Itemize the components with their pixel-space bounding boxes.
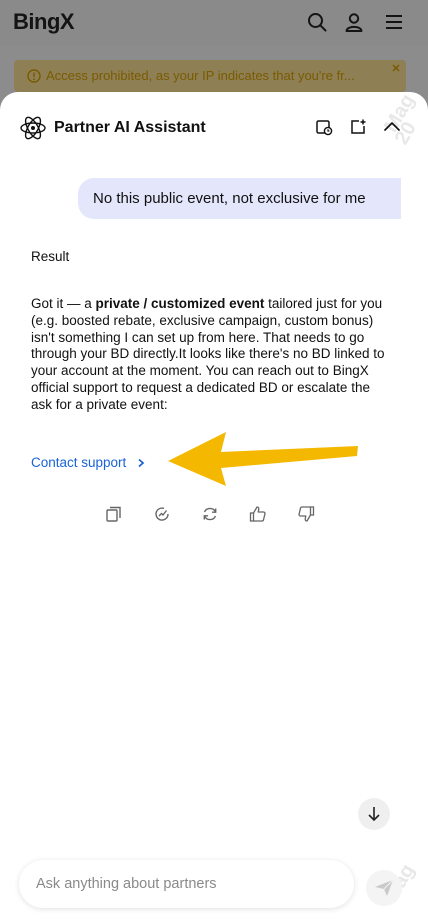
send-icon	[375, 879, 394, 896]
contact-support-link[interactable]: Contact support	[31, 455, 146, 470]
close-icon[interactable]	[390, 62, 402, 74]
copy-icon[interactable]	[105, 505, 123, 523]
chat-input[interactable]	[36, 874, 336, 894]
history-icon[interactable]	[315, 118, 333, 136]
menu-icon[interactable]	[383, 11, 405, 33]
scroll-down-button[interactable]	[358, 798, 390, 830]
top-bar: BingX	[0, 0, 428, 46]
panel-title: Partner AI Assistant	[54, 119, 206, 136]
assistant-panel: Mag 20 Mag Partner AI Assistant No this …	[0, 92, 428, 924]
reply-intro: Got it — a	[31, 296, 96, 311]
bingx-logo[interactable]: BingX	[13, 9, 75, 35]
arrow-down-icon	[368, 807, 380, 822]
contact-support-label: Contact support	[31, 455, 127, 470]
search-icon[interactable]	[306, 11, 328, 33]
result-label: Result	[31, 249, 70, 264]
atom-icon	[20, 116, 46, 140]
alert-text: Access prohibited, as your IP indicates …	[46, 68, 355, 83]
user-icon[interactable]	[343, 11, 365, 33]
thumbs-up-icon[interactable]	[249, 505, 267, 523]
reply-body: tailored just for you (e.g. boosted reba…	[31, 296, 385, 412]
user-message-bubble: No this public event, not exclusive for …	[78, 178, 401, 219]
chevron-right-icon	[138, 459, 145, 468]
warning-icon	[27, 69, 41, 83]
thumbs-down-icon[interactable]	[297, 505, 315, 523]
user-message-text: No this public event, not exclusive for …	[93, 190, 366, 207]
regenerate-icon[interactable]	[153, 505, 171, 523]
send-button[interactable]	[366, 870, 402, 906]
annotation-arrow	[168, 432, 358, 486]
panel-header: Partner AI Assistant	[0, 92, 428, 162]
reply-bold: private / customized event	[95, 296, 265, 311]
collapse-icon[interactable]	[383, 118, 401, 136]
refresh-icon[interactable]	[201, 505, 219, 523]
new-chat-icon[interactable]	[349, 118, 367, 136]
ip-restriction-alert: Access prohibited, as your IP indicates …	[14, 60, 406, 92]
assistant-reply: Got it — a private / customized event ta…	[31, 296, 391, 414]
composer	[19, 860, 354, 908]
